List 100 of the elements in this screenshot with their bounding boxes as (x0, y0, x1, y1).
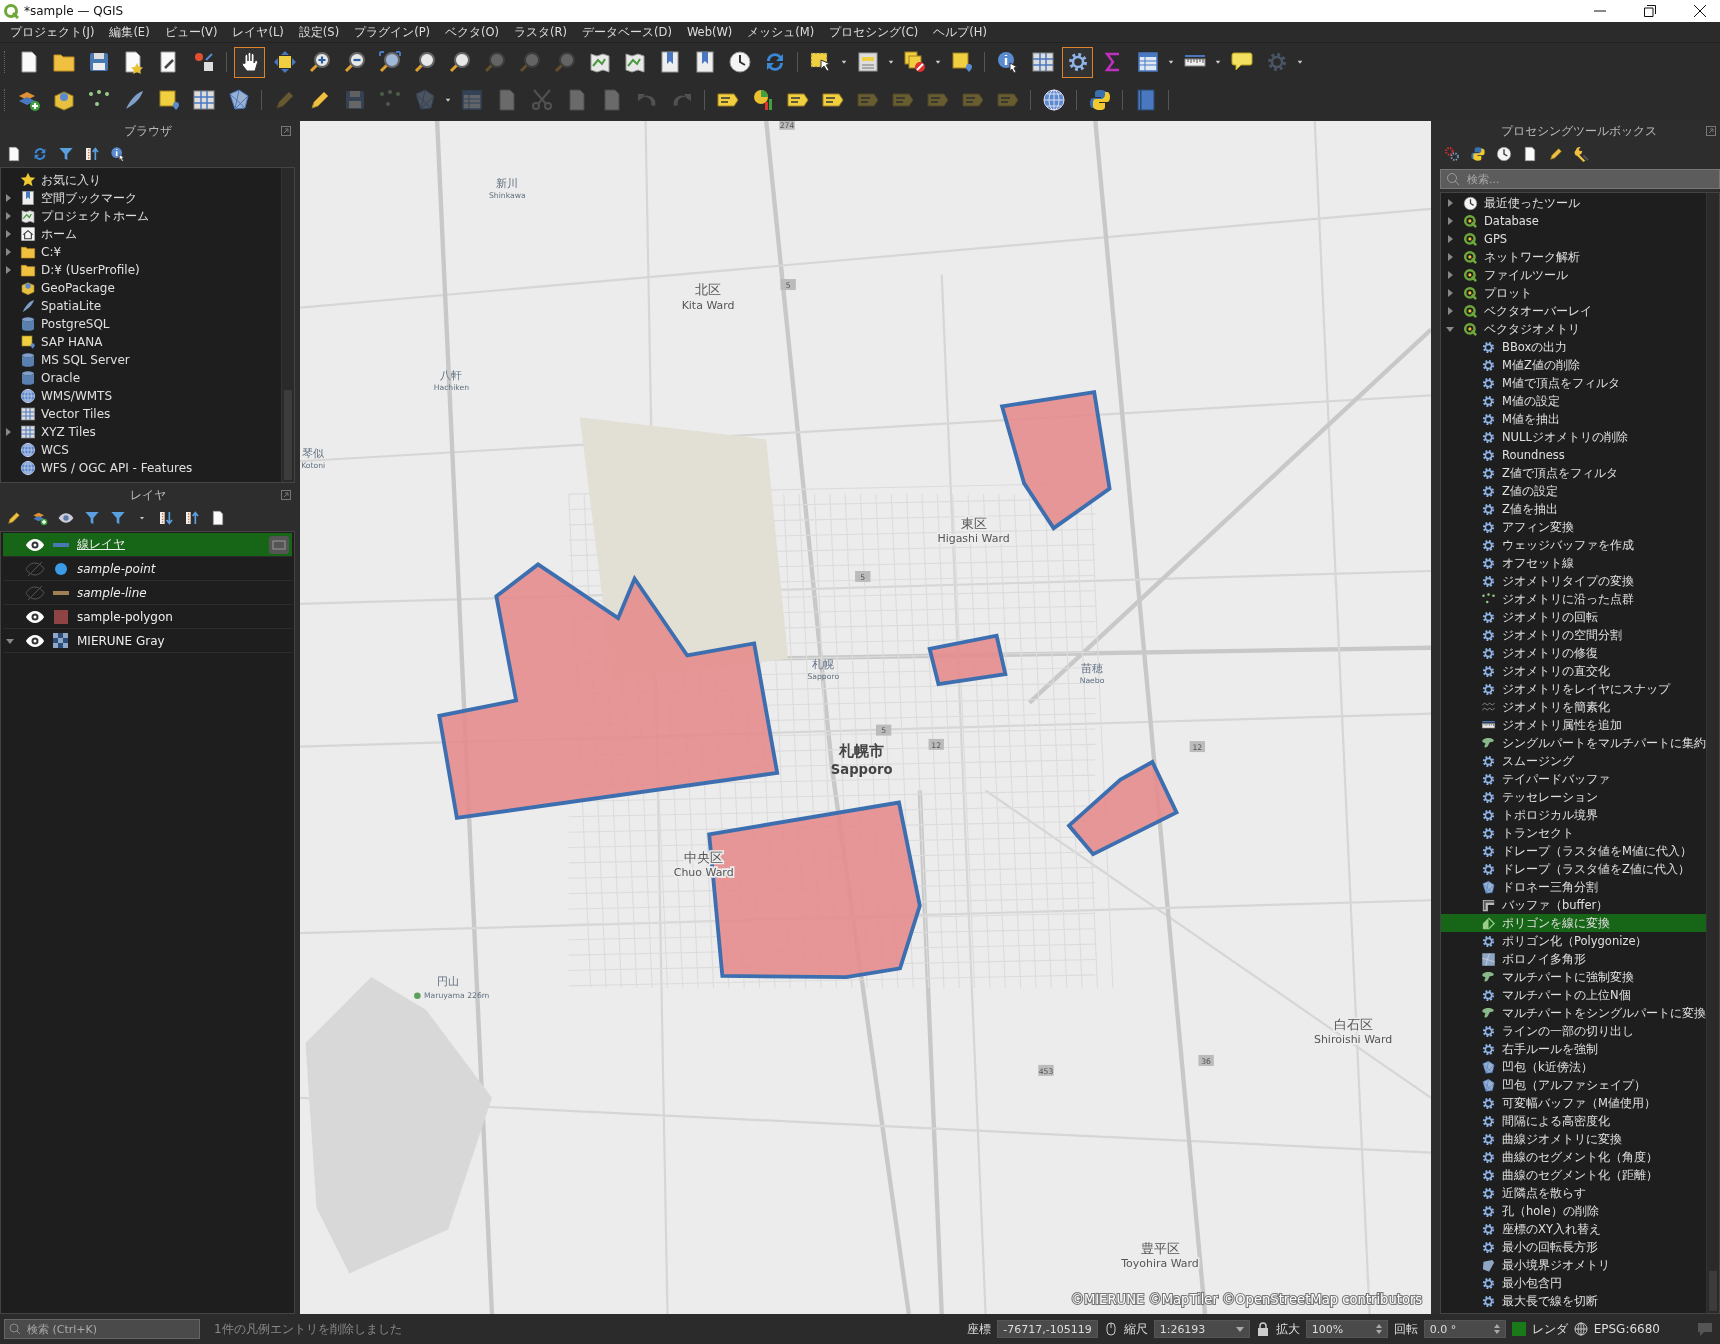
expand-arrow-icon[interactable] (5, 266, 11, 274)
browser-item[interactable]: MS SQL Server (41, 353, 130, 367)
toolbox-item[interactable]: ポリゴンを線に変換 (1441, 914, 1706, 932)
document-icon[interactable] (1522, 146, 1538, 162)
toolbox-item[interactable]: 最小境界ジオメトリ (1502, 1257, 1610, 1273)
toolbox-item[interactable]: ドレープ（ラスタ値をZ値に代入） (1502, 861, 1690, 877)
toolbox-item[interactable]: 最大長で線を切断 (1502, 1293, 1598, 1309)
pencil-icon[interactable] (1548, 146, 1564, 162)
spin-arrows-icon[interactable] (1493, 1324, 1500, 1334)
menu-item[interactable]: ベクタ(O) (445, 24, 500, 40)
browser-item[interactable]: WMS/WMTS (41, 389, 113, 403)
expand-arrow-icon[interactable] (5, 230, 11, 238)
toolbox-item[interactable]: BBoxの出力 (1502, 339, 1568, 355)
toolbox-item[interactable]: ジオメトリの直交化 (1502, 663, 1610, 679)
layer-name[interactable]: sample-point (77, 561, 156, 576)
toolbox-item[interactable]: ウェッジバッファを作成 (1502, 537, 1634, 553)
menu-item[interactable]: プロセシング(C) (829, 24, 919, 40)
filter-icon[interactable] (110, 510, 126, 526)
toolbox-item[interactable]: M値を抽出 (1502, 411, 1560, 427)
search-field[interactable]: 検索 (Ctrl+K) (4, 1319, 200, 1339)
toolbox-item[interactable]: シングルパートをマルチパートに集約 (1502, 735, 1706, 751)
filter-icon[interactable] (58, 146, 74, 162)
layer-name[interactable]: MIERUNE Gray (77, 633, 165, 648)
browser-item[interactable]: PostgreSQL (41, 317, 110, 331)
spin-arrows-icon[interactable] (1375, 1324, 1382, 1334)
toolbox-item[interactable]: 近隣点を散らす (1502, 1185, 1586, 1201)
browser-item[interactable]: 空間ブックマーク (41, 189, 137, 207)
browser-item[interactable]: Vector Tiles (41, 407, 111, 421)
collapse-arrow-icon[interactable] (6, 637, 14, 644)
toolbox-item[interactable]: Roundness (1502, 448, 1565, 462)
layer-name[interactable]: 線レイヤ (77, 536, 125, 553)
expand-arrow-icon[interactable] (1447, 235, 1453, 243)
toolbox-item[interactable]: ジオメトリに沿った点群 (1502, 591, 1634, 607)
browser-item[interactable]: C:¥ (41, 245, 62, 259)
toolbox-item[interactable]: 可変幅バッファ（M値使用） (1502, 1095, 1656, 1111)
scrollbar[interactable] (281, 168, 294, 482)
toolbox-item[interactable]: トポロジカル境界 (1502, 807, 1598, 823)
layer-name[interactable]: sample-polygon (77, 609, 173, 624)
restore-icon[interactable] (1644, 5, 1656, 17)
collapse-all-icon[interactable] (184, 510, 200, 526)
toolbox-group[interactable]: プロット (1484, 285, 1532, 301)
toolbox-item[interactable]: Z値の設定 (1502, 483, 1558, 499)
toolbox-item[interactable]: 右手ルールを強制 (1502, 1041, 1598, 1057)
toolbox-item[interactable]: Z値で頂点をフィルタ (1502, 465, 1618, 481)
toolbox-item[interactable]: トランセクト (1502, 825, 1574, 841)
toolbox-item[interactable]: 座標のXY入れ替え (1502, 1221, 1601, 1237)
undock-icon[interactable] (281, 490, 291, 500)
menu-item[interactable]: ビュー(V) (164, 24, 218, 40)
toolbox-group[interactable]: ファイルツール (1484, 267, 1568, 283)
toolbox-item[interactable]: 最小包含円 (1502, 1275, 1562, 1291)
expand-arrow-icon[interactable] (1447, 289, 1453, 297)
search-field[interactable]: 検索... (1440, 169, 1720, 189)
toolbox-item[interactable]: ジオメトリの修復 (1502, 645, 1598, 661)
toolbox-item[interactable]: Z値を抽出 (1502, 501, 1558, 517)
browser-item[interactable]: WCS (41, 443, 69, 457)
toolbox-item[interactable]: M値Z値の削除 (1502, 357, 1580, 373)
menu-item[interactable]: データベース(D) (582, 24, 672, 40)
close-icon[interactable] (1694, 5, 1706, 17)
toolbox-item[interactable]: 凹包（アルファシェイプ） (1502, 1077, 1646, 1093)
menu-item[interactable]: メッシュ(M) (747, 24, 815, 40)
browser-item[interactable]: ホーム (41, 225, 77, 243)
toolbox-item[interactable]: 曲線のセグメント化（距離） (1502, 1167, 1658, 1183)
expand-arrow-icon[interactable] (5, 212, 11, 220)
toolbox-item[interactable]: アフィン変換 (1502, 519, 1574, 535)
toolbox-group[interactable]: GPS (1484, 232, 1508, 246)
pencil-icon[interactable] (6, 510, 22, 526)
expand-arrow-icon[interactable] (1447, 217, 1453, 225)
expand-arrow-icon[interactable] (1447, 199, 1453, 207)
refresh-icon[interactable] (32, 146, 48, 162)
identify-icon[interactable] (110, 146, 126, 162)
lock-icon[interactable] (1255, 1322, 1270, 1336)
eye-icon[interactable] (25, 608, 45, 625)
menu-item[interactable]: 編集(E) (109, 24, 150, 40)
rotation-spinbox[interactable]: 0.0 ° (1423, 1320, 1506, 1338)
toolbox-item[interactable]: NULLジオメトリの削除 (1502, 429, 1628, 445)
browser-item[interactable]: XYZ Tiles (41, 425, 96, 439)
browser-item[interactable]: WFS / OGC API - Features (41, 461, 193, 475)
document-icon[interactable] (210, 510, 226, 526)
toolbox-item[interactable]: 曲線のセグメント化（角度） (1502, 1149, 1658, 1165)
toolbox-item[interactable]: ジオメトリタイプの変換 (1502, 573, 1634, 589)
globe-icon[interactable] (1573, 1322, 1588, 1336)
toolbox-item[interactable]: マルチパートの上位N個 (1502, 987, 1631, 1003)
magnifier-spinbox[interactable]: 100% (1305, 1320, 1388, 1338)
toolbox-item[interactable]: テッセレーション (1502, 789, 1598, 805)
expand-arrow-icon[interactable] (5, 248, 11, 256)
toolbox-group[interactable]: Database (1484, 214, 1539, 228)
menu-item[interactable]: Web(W) (686, 25, 733, 39)
toolbox-item[interactable]: ポリゴン化（Polygonize） (1502, 933, 1648, 949)
document-icon[interactable] (6, 146, 22, 162)
browser-item[interactable]: D:¥ (UserProfile) (41, 263, 140, 277)
expand-arrow-icon[interactable] (5, 428, 11, 436)
eye-icon[interactable] (25, 632, 45, 649)
wrench-icon[interactable] (1574, 146, 1590, 162)
browser-item[interactable]: SpatiaLite (41, 299, 102, 313)
toolbox-item[interactable]: ジオメトリの回転 (1502, 609, 1598, 625)
toolbox-item[interactable]: ドレープ（ラスタ値をM値に代入） (1502, 843, 1692, 859)
dropdown-caret-icon[interactable] (1235, 1326, 1244, 1332)
eye-icon[interactable] (58, 510, 74, 526)
toolbox-item[interactable]: M値の設定 (1502, 393, 1560, 409)
filter-icon[interactable] (84, 510, 100, 526)
